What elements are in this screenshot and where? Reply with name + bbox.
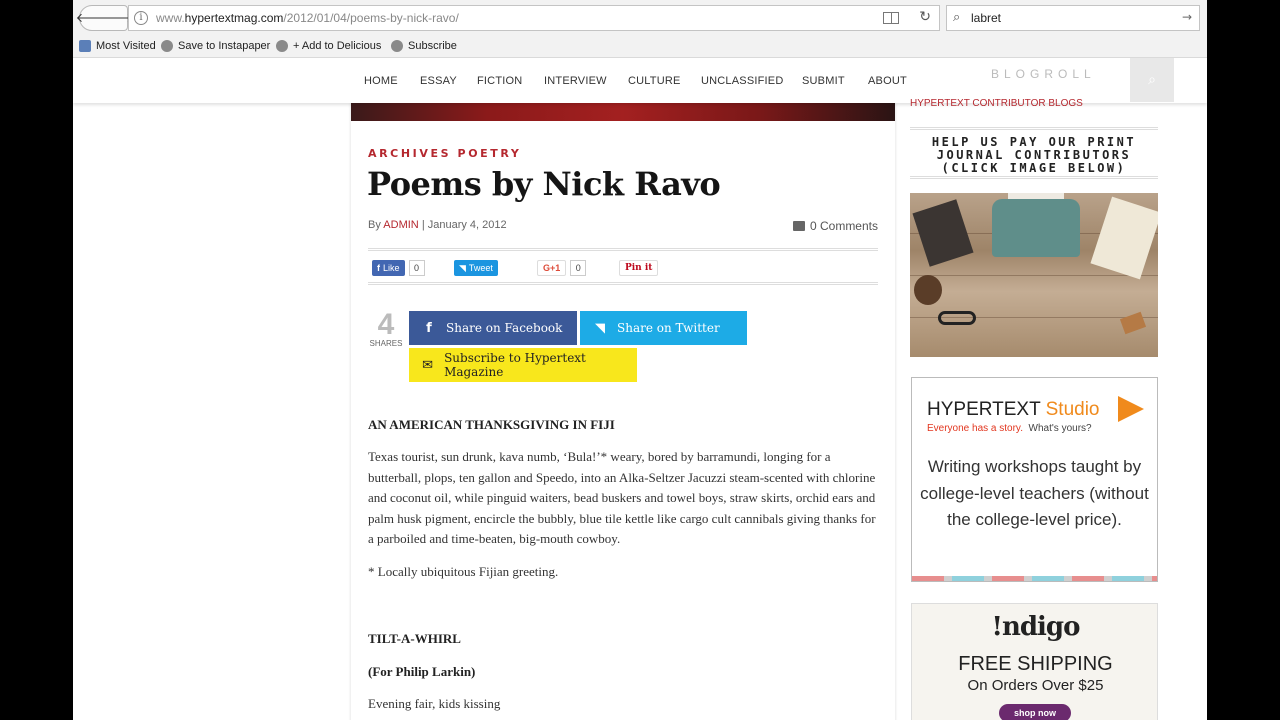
search-icon: ⌕	[1148, 72, 1156, 88]
envelope-icon: ✉	[422, 357, 433, 373]
globe-icon	[276, 40, 288, 52]
info-icon[interactable]: i	[134, 11, 148, 25]
forward-button[interactable]: 🡒	[99, 5, 134, 31]
reload-icon[interactable]: ↻	[919, 9, 931, 25]
free-shipping-text: FREE SHIPPING	[958, 653, 1113, 675]
twitter-icon: ◥	[595, 320, 605, 336]
poem-line: Evening fair, kids kissing	[368, 696, 501, 711]
studio-description: Writing workshops taught by college-leve…	[920, 457, 1149, 529]
pinterest-button[interactable]: Pin it	[619, 260, 659, 276]
stamp-image	[1119, 311, 1147, 335]
typewriter-donation-image[interactable]	[910, 193, 1158, 357]
search-go-icon[interactable]: →	[1182, 10, 1192, 24]
post-date: January 4, 2012	[427, 219, 507, 231]
tweet-button[interactable]: ◥ Tweet	[454, 260, 498, 276]
nav-interview[interactable]: INTERVIEW	[544, 75, 607, 87]
shop-now-button[interactable]: shop now	[999, 704, 1071, 720]
article-title: Poems by Nick Ravo	[367, 165, 721, 203]
bookmark-most-visited[interactable]: Most Visited	[79, 40, 156, 52]
blogroll-heading: BLOGROLL	[991, 67, 1096, 81]
search-input[interactable]: labret	[971, 11, 1001, 25]
globe-icon	[391, 40, 403, 52]
typewriter-image	[992, 199, 1080, 257]
decorative-stripe	[912, 576, 1157, 581]
nav-submit[interactable]: SUBMIT	[802, 75, 845, 87]
nav-unclassified[interactable]: UNCLASSIFIED	[701, 75, 783, 87]
share-count: 4 SHARES	[369, 308, 403, 349]
comment-icon	[792, 221, 805, 231]
nav-home[interactable]: HOME	[364, 75, 398, 87]
facebook-like-button[interactable]: f Like	[372, 260, 405, 276]
search-icon: ⌕	[953, 10, 961, 25]
google-plus-button[interactable]: G+1 0	[537, 260, 587, 276]
play-icon	[1118, 396, 1144, 422]
contributor-blogs-link[interactable]: HYPERTEXT CONTRIBUTOR BLOGS	[910, 98, 1083, 109]
facebook-icon: f	[426, 320, 432, 336]
url-text[interactable]: www.hypertextmag.com/2012/01/04/poems-by…	[156, 11, 459, 25]
facebook-like[interactable]: f Like 0	[372, 260, 425, 276]
studio-logo: HYPERTEXT Studio	[927, 399, 1100, 420]
nav-fiction[interactable]: FICTION	[477, 75, 522, 87]
divider	[368, 248, 878, 251]
indigo-ad[interactable]: !ndigo FREE SHIPPING On Orders Over $25 …	[911, 603, 1158, 720]
studio-tagline: Everyone has a story. What's yours?	[927, 423, 1092, 434]
poem-body: Texas tourist, sun drunk, kava numb, ‘Bu…	[368, 449, 876, 546]
notebook-image	[912, 199, 974, 267]
category-links[interactable]: ARCHIVES POETRY	[368, 147, 521, 160]
poem-title: AN AMERICAN THANKSGIVING IN FIJI	[368, 417, 615, 432]
pinecone-image	[914, 275, 942, 305]
twitter-bird-icon: ◥	[459, 262, 466, 273]
url-bar[interactable]: i www.hypertextmag.com/2012/01/04/poems-…	[128, 5, 940, 31]
share-twitter-button[interactable]: ◥ Share on Twitter	[580, 311, 747, 345]
comments-link[interactable]: 0 Comments	[792, 219, 878, 233]
help-us-pay-heading: HELP US PAY OUR PRINT JOURNAL CONTRIBUTO…	[931, 135, 1137, 175]
bookmark-delicious[interactable]: + Add to Delicious	[276, 40, 381, 52]
nav-about[interactable]: ABOUT	[868, 75, 907, 87]
share-facebook-button[interactable]: f Share on Facebook	[409, 311, 577, 345]
divider	[910, 127, 1158, 130]
orders-over-text: On Orders Over $25	[967, 677, 1104, 694]
reader-view-icon[interactable]	[883, 12, 899, 24]
most-visited-icon	[79, 40, 91, 52]
bookmark-subscribe[interactable]: Subscribe	[391, 40, 457, 52]
subscribe-button[interactable]: ✉ Subscribe to Hypertext Magazine	[409, 348, 637, 382]
nav-culture[interactable]: CULTURE	[628, 75, 681, 87]
search-bar[interactable]: ⌕ labret →	[946, 5, 1200, 31]
hero-image	[351, 103, 895, 121]
site-navigation: HOME ESSAY FICTION INTERVIEW CULTURE UNC…	[73, 58, 1207, 103]
hypertext-studio-ad[interactable]: HYPERTEXT Studio Everyone has a story. W…	[911, 377, 1158, 582]
nav-essay[interactable]: ESSAY	[420, 75, 457, 87]
poem-dedication: (For Philip Larkin)	[368, 664, 476, 679]
article: ARCHIVES POETRY Poems by Nick Ravo By AD…	[351, 103, 895, 720]
byline: By ADMIN | January 4, 2012	[368, 219, 507, 231]
globe-icon	[161, 40, 173, 52]
browser-window: 🡐 🡒 i www.hypertextmag.com/2012/01/04/po…	[73, 0, 1207, 720]
glasses-image	[938, 311, 976, 325]
divider	[368, 282, 878, 285]
like-count: 0	[408, 260, 425, 276]
author-link[interactable]: ADMIN	[383, 219, 418, 231]
bookmarks-bar: Most Visited Save to Instapaper + Add to…	[73, 36, 1207, 58]
bookmark-instapaper[interactable]: Save to Instapaper	[161, 40, 270, 52]
open-book-image	[1090, 196, 1158, 280]
gplus-count: 0	[570, 260, 587, 276]
indigo-logo: !ndigo	[991, 612, 1081, 642]
poem-footnote: * Locally ubiquitous Fijian greeting.	[368, 564, 559, 579]
site-search-button[interactable]: ⌕	[1130, 58, 1174, 102]
divider	[910, 176, 1158, 179]
browser-toolbar: 🡐 🡒 i www.hypertextmag.com/2012/01/04/po…	[73, 0, 1207, 36]
poem-title: TILT-A-WHIRL	[368, 631, 461, 646]
